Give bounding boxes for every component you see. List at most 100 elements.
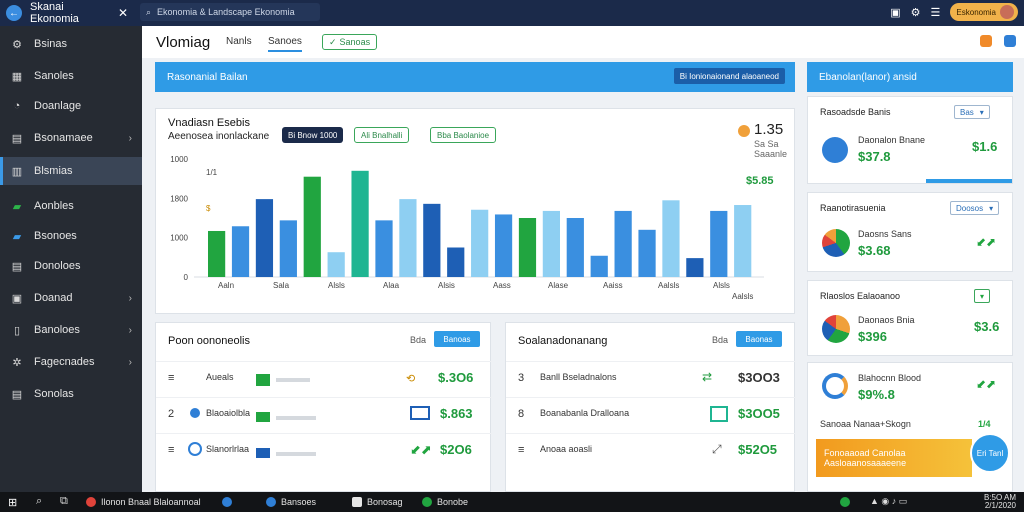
bar[interactable] [303,176,321,277]
sidebar-item-6[interactable]: ▰ Aonbles [0,192,142,220]
bar[interactable] [208,230,226,277]
address-search-bar[interactable]: ⌕ Ekonomia & Landscape Ekonomia [140,3,320,21]
bar[interactable] [375,220,393,277]
bar[interactable] [734,205,752,277]
sidebar-item-1[interactable]: ⚙ Bsinas [0,30,142,58]
bar[interactable] [638,229,656,277]
sidebar-item-12[interactable]: ▤ Sonolas [0,380,142,408]
bar[interactable] [231,226,250,277]
promo-banner[interactable]: Fonoaaoad Canolaa Aasloaanosaaaeene [816,439,972,477]
card-value: $3.68 [858,243,891,258]
list-card-left: Poon oononeolis Bda Banoas ≡ Aueals ⟲ $.… [155,322,492,492]
taskbar-app-2[interactable]: Bansoes [266,494,316,510]
y-tick-label: 1000 [170,234,188,243]
banner-action-button[interactable]: Bi Ionionaionand alaoaneod [673,68,785,84]
bar[interactable] [447,247,465,278]
table-row[interactable]: 2 Blaoaiolbla $.863 [156,397,492,433]
sidebar-item-3[interactable]: ◔ Doanlage [0,92,142,120]
user-menu[interactable]: Eskonomia [950,3,1018,21]
app-icon [86,497,96,507]
card-label: Daosns Sans [858,229,912,239]
bookmark-icon[interactable]: ▣ [890,6,900,19]
tray-icon[interactable] [840,497,850,507]
sidebar-item-11[interactable]: ✲ Fagecnades › [0,348,142,376]
swap-icon: ⇄ [702,370,713,384]
filter-button-3[interactable]: Bba Baolanioe [430,127,497,143]
bar[interactable] [471,209,489,277]
windows-start-icon[interactable]: ⊞ [8,496,17,509]
sidebar-item-2[interactable]: ▦ Sanoles [0,62,142,90]
close-tab-icon[interactable]: ✕ [118,6,128,20]
card-value: $396 [858,329,887,344]
taskbar-app-1[interactable]: Ilonon Bnaal Blaloannoal [86,494,201,510]
section-banner: Rasonanial Bailan Bi Ionionaionand alaoa… [155,62,795,92]
sidebar-item-label: Fagecnades [34,356,95,368]
taskbar-app-4[interactable]: Bonobe [422,494,468,510]
help-icon[interactable] [1004,35,1016,47]
bar[interactable] [710,210,728,277]
x-tick-label: Aalsls [658,281,679,290]
list-action-button[interactable]: Baonas [736,331,782,347]
table-row[interactable]: ≡ Slanorlrlaa ⬋⬈ $2O6 [156,433,492,469]
wallet-icon [822,137,848,163]
bar[interactable] [518,218,537,277]
bar[interactable] [590,255,608,277]
sidebar-item-7[interactable]: ▰ Bsonoes [0,222,142,250]
bar[interactable] [327,252,345,277]
tab-nanls[interactable]: Nanls [226,36,252,47]
bar[interactable] [614,210,632,277]
bar[interactable] [662,200,680,277]
sidebar-item-label: Sonolas [34,388,74,400]
task-view-icon[interactable]: ⧉ [60,495,68,508]
bar[interactable] [566,218,584,277]
period-select[interactable]: ▾ [974,289,991,303]
list-action-button[interactable]: Banoas [434,331,480,347]
period-select[interactable]: Doosos ▾ [950,201,1000,215]
menu-icon[interactable]: ☰ [931,6,941,19]
clock[interactable]: B:5O AM 2/1/2020 [984,494,1016,510]
bar[interactable] [686,258,704,277]
bar[interactable] [399,199,417,277]
table-row[interactable]: 8 Boanabanla Dralloana $3OO5 [506,397,796,433]
tab-sanoes[interactable]: Sanoes [268,36,302,52]
bar[interactable] [542,210,560,277]
tray-icons[interactable]: ▲ ◉ ♪ ▭ [870,496,907,507]
sidebar-item-4[interactable]: ▤ Bsonamaee › [0,124,142,152]
sidebar-item-8[interactable]: ▤ Donoloes [0,252,142,280]
search-icon[interactable]: ⌕ [36,495,42,508]
list-meta: Bda [410,335,427,345]
edge-icon[interactable] [222,497,232,507]
settings-icon[interactable]: ⚙ [911,6,921,19]
card-title: Rasoadsde Banis [820,107,891,117]
filter-button-2[interactable]: Ali Bnalhalli [354,127,410,143]
x-tick-label: Alsls [328,281,345,290]
sidebar-item-9[interactable]: ▣ Doanad › [0,284,142,312]
table-row[interactable]: 3 Banll Bseladnalons ⇄ $3OO3 [506,361,796,397]
sidebar-item-5[interactable]: ▥ Blsmias [0,157,142,185]
bar[interactable] [351,170,369,277]
period-select[interactable]: Bas ▾ [954,105,990,119]
taskbar-app-3[interactable]: Bonosag [352,494,403,510]
row-amount: $.863 [440,406,473,421]
folder-icon: ▰ [12,200,22,213]
status-pill[interactable]: ✓ Sanoas [322,34,378,50]
floating-action-button[interactable]: Eri Tanl [970,433,1010,473]
doc-icon: ▯ [13,324,21,337]
side-banner: Ebanolan(lanor) ansid [807,62,1013,92]
list-icon: ▤ [11,260,23,273]
table-row[interactable]: ≡ Aueals ⟲ $.3O6 [156,361,492,397]
sidebar-item-10[interactable]: ▯ Banoloes › [0,316,142,344]
clock-date: 2/1/2020 [984,501,1016,510]
bar[interactable] [494,214,513,277]
bar[interactable] [423,203,441,277]
bar[interactable] [255,199,274,277]
table-icon: ▤ [11,388,23,401]
summary-card-4: Blahocnn Blood $9%.8 ⬋⬈ Sanoaa Nanaa+Sko… [807,362,1013,492]
back-arrow-icon[interactable]: ← [6,5,22,21]
filter-button-1[interactable]: Bi Bnow 1000 [282,127,344,143]
notification-icon[interactable] [980,35,992,47]
taskbar-label: Ilonon Bnaal Blaloannoal [101,497,201,507]
bar[interactable] [279,220,297,277]
table-row[interactable]: ≡ Anoaa aoasli ⤢ $52O5 [506,433,796,469]
title-bar: ← Skanai Ekonomia ✕ ⌕ Ekonomia & Landsca… [0,0,1024,26]
